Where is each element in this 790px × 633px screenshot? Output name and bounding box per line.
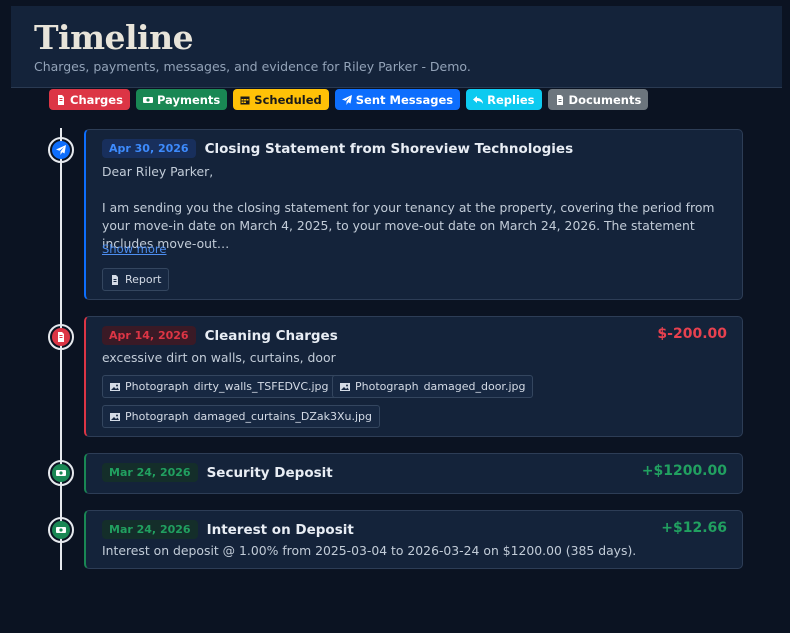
card-title: Security Deposit [206,464,333,481]
money-icon [142,96,153,103]
attachment-photo[interactable]: Photograph damaged_curtains_DZak3Xu.jpg [102,405,380,428]
calendar-icon [240,96,250,104]
message-greeting: Dear Riley Parker, [102,164,214,179]
filter-replies[interactable]: Replies [466,89,542,110]
filter-bar: Charges Payments Scheduled Sent Messages… [49,89,649,110]
filter-charges[interactable]: Charges [49,89,130,110]
reply-icon [473,95,484,104]
charge-amount: $-200.00 [657,326,727,342]
attachment-photo[interactable]: Photograph dirty_walls_TSFEDVC.jpg [102,375,337,398]
page-header: Timeline Charges, payments, messages, an… [11,6,782,88]
attachment-kind: Photograph [125,380,189,393]
filter-label: Scheduled [254,92,322,107]
attachment-label: Report [125,273,162,286]
money-icon [56,527,66,533]
date-badge: Mar 24, 2026 [102,463,198,482]
timeline-card-payment: Mar 24, 2026 Security Deposit +$1200.00 [84,453,743,494]
attachment-file: damaged_curtains_DZak3Xu.jpg [193,410,372,423]
timeline-node-payment [48,460,74,486]
show-more-link[interactable]: Show more [102,242,166,256]
date-badge: Apr 14, 2026 [102,326,196,345]
timeline-card-message: Apr 30, 2026 Closing Statement from Shor… [84,129,743,300]
filter-label: Documents [568,92,642,107]
payment-amount: +$12.66 [661,520,727,536]
attachment-file: damaged_door.jpg [423,380,526,393]
attachment-kind: Photograph [125,410,189,423]
attachment-file: dirty_walls_TSFEDVC.jpg [193,380,329,393]
money-icon [56,470,66,476]
card-title: Interest on Deposit [206,521,354,538]
interest-description: Interest on deposit @ 1.00% from 2025-03… [102,543,637,558]
invoice-icon [58,332,64,342]
timeline-node-payment [48,517,74,543]
timeline-node-charge [48,324,74,350]
image-icon [110,382,120,391]
page-title: Timeline [34,18,194,57]
date-badge: Apr 30, 2026 [102,139,196,158]
timeline-node-message [48,137,74,163]
filter-documents[interactable]: Documents [547,89,649,110]
image-icon [340,382,350,391]
filter-label: Replies [487,92,535,107]
timeline-card-charge: Apr 14, 2026 Cleaning Charges $-200.00 e… [84,316,743,437]
filter-label: Charges [70,92,123,107]
filter-sent-messages[interactable]: Sent Messages [334,89,461,110]
attachment-kind: Photograph [355,380,419,393]
filter-label: Payments [156,92,221,107]
invoice-icon [58,94,64,105]
image-icon [110,412,120,421]
send-icon [56,145,66,155]
send-icon [341,94,352,105]
filter-payments[interactable]: Payments [135,89,228,110]
card-title: Closing Statement from Shoreview Technol… [204,140,574,157]
timeline-card-payment: Mar 24, 2026 Interest on Deposit +$12.66… [84,510,743,569]
message-body: I am sending you the closing statement f… [102,200,715,251]
card-title: Cleaning Charges [204,327,338,344]
filter-scheduled[interactable]: Scheduled [233,89,329,110]
attachment-photo[interactable]: Photograph damaged_door.jpg [332,375,534,398]
attachment-report[interactable]: Report [102,268,170,291]
page-subtitle: Charges, payments, messages, and evidenc… [34,59,471,74]
document-icon [112,274,118,285]
filter-label: Sent Messages [355,92,454,107]
document-icon [556,94,563,105]
charge-description: excessive dirt on walls, curtains, door [102,350,336,365]
payment-amount: +$1200.00 [641,463,727,479]
date-badge: Mar 24, 2026 [102,520,198,539]
